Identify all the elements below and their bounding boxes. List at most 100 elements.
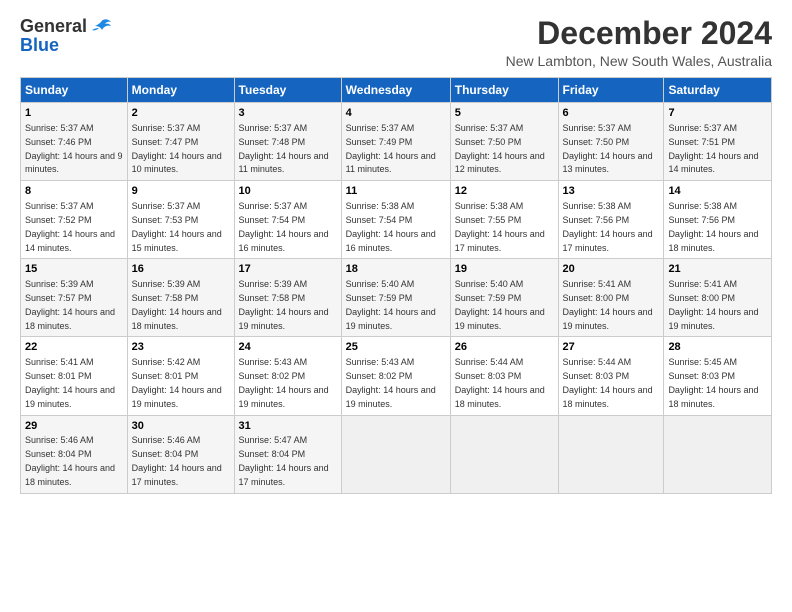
calendar-week-3: 15 Sunrise: 5:39 AMSunset: 7:57 PMDayligh… — [21, 259, 772, 337]
calendar-cell: 29Sunrise: 5:46 AMSunset: 8:04 PMDayligh… — [21, 415, 128, 493]
calendar-cell: 4Sunrise: 5:37 AMSunset: 7:49 PMDaylight… — [341, 103, 450, 181]
calendar-cell — [450, 415, 558, 493]
day-number: 11 — [346, 184, 446, 199]
day-info: Sunrise: 5:37 AMSunset: 7:48 PMDaylight:… — [239, 123, 329, 174]
day-number: 21 — [668, 262, 767, 277]
calendar-cell: 3 Sunrise: 5:37 AMSunset: 7:48 PMDaylight… — [234, 103, 341, 181]
day-number: 30 — [132, 419, 230, 434]
day-info: Sunrise: 5:37 AMSunset: 7:51 PMDaylight:… — [668, 123, 758, 174]
calendar-cell: 12 Sunrise: 5:38 AMSunset: 7:55 PMDayligh… — [450, 181, 558, 259]
day-number: 31 — [239, 419, 337, 434]
location: New Lambton, New South Wales, Australia — [506, 53, 772, 69]
day-number: 14 — [668, 184, 767, 199]
day-info: Sunrise: 5:42 AMSunset: 8:01 PMDaylight:… — [132, 357, 222, 408]
day-info: Sunrise: 5:41 AMSunset: 8:00 PMDaylight:… — [668, 279, 758, 330]
day-info: Sunrise: 5:43 AMSunset: 8:02 PMDaylight:… — [239, 357, 329, 408]
day-number: 13 — [563, 184, 660, 199]
calendar-cell — [664, 415, 772, 493]
day-info: Sunrise: 5:39 AMSunset: 7:57 PMDaylight:… — [25, 279, 115, 330]
logo-bird-icon — [91, 18, 113, 36]
day-number: 18 — [346, 262, 446, 277]
day-number: 3 — [239, 106, 337, 121]
day-info: Sunrise: 5:37 AMSunset: 7:54 PMDaylight:… — [239, 201, 329, 252]
calendar-cell: 13 Sunrise: 5:38 AMSunset: 7:56 PMDayligh… — [558, 181, 664, 259]
calendar-cell — [558, 415, 664, 493]
calendar-cell: 11 Sunrise: 5:38 AMSunset: 7:54 PMDayligh… — [341, 181, 450, 259]
month-title: December 2024 — [506, 16, 772, 51]
col-header-tuesday: Tuesday — [234, 78, 341, 103]
calendar-cell: 8 Sunrise: 5:37 AMSunset: 7:52 PMDaylight… — [21, 181, 128, 259]
calendar-cell: 22Sunrise: 5:41 AMSunset: 8:01 PMDayligh… — [21, 337, 128, 415]
day-info: Sunrise: 5:44 AMSunset: 8:03 PMDaylight:… — [455, 357, 545, 408]
col-header-saturday: Saturday — [664, 78, 772, 103]
day-info: Sunrise: 5:45 AMSunset: 8:03 PMDaylight:… — [668, 357, 758, 408]
day-info: Sunrise: 5:37 AMSunset: 7:52 PMDaylight:… — [25, 201, 115, 252]
col-header-monday: Monday — [127, 78, 234, 103]
day-number: 16 — [132, 262, 230, 277]
day-number: 2 — [132, 106, 230, 121]
day-info: Sunrise: 5:37 AMSunset: 7:50 PMDaylight:… — [455, 123, 545, 174]
day-number: 7 — [668, 106, 767, 121]
day-info: Sunrise: 5:41 AMSunset: 8:00 PMDaylight:… — [563, 279, 653, 330]
day-info: Sunrise: 5:40 AMSunset: 7:59 PMDaylight:… — [455, 279, 545, 330]
day-number: 4 — [346, 106, 446, 121]
day-number: 12 — [455, 184, 554, 199]
calendar-table: SundayMondayTuesdayWednesdayThursdayFrid… — [20, 77, 772, 493]
calendar-cell: 25 Sunrise: 5:43 AMSunset: 8:02 PMDayligh… — [341, 337, 450, 415]
day-info: Sunrise: 5:40 AMSunset: 7:59 PMDaylight:… — [346, 279, 436, 330]
day-number: 15 — [25, 262, 123, 277]
day-number: 9 — [132, 184, 230, 199]
day-info: Sunrise: 5:46 AMSunset: 8:04 PMDaylight:… — [132, 435, 222, 486]
calendar-cell — [341, 415, 450, 493]
col-header-sunday: Sunday — [21, 78, 128, 103]
calendar-week-1: 1 Sunrise: 5:37 AMSunset: 7:46 PMDaylight… — [21, 103, 772, 181]
col-header-friday: Friday — [558, 78, 664, 103]
calendar-cell: 15 Sunrise: 5:39 AMSunset: 7:57 PMDayligh… — [21, 259, 128, 337]
day-number: 5 — [455, 106, 554, 121]
calendar-cell: 10 Sunrise: 5:37 AMSunset: 7:54 PMDayligh… — [234, 181, 341, 259]
calendar-cell: 27Sunrise: 5:44 AMSunset: 8:03 PMDayligh… — [558, 337, 664, 415]
calendar-cell: 7 Sunrise: 5:37 AMSunset: 7:51 PMDaylight… — [664, 103, 772, 181]
day-number: 8 — [25, 184, 123, 199]
day-info: Sunrise: 5:38 AMSunset: 7:56 PMDaylight:… — [563, 201, 653, 252]
day-number: 17 — [239, 262, 337, 277]
header-row: SundayMondayTuesdayWednesdayThursdayFrid… — [21, 78, 772, 103]
calendar-cell: 28Sunrise: 5:45 AMSunset: 8:03 PMDayligh… — [664, 337, 772, 415]
page: General Blue December 2024 New Lambton, … — [0, 0, 792, 612]
title-block: December 2024 New Lambton, New South Wal… — [506, 16, 772, 69]
day-info: Sunrise: 5:37 AMSunset: 7:50 PMDaylight:… — [563, 123, 653, 174]
calendar-cell: 2Sunrise: 5:37 AMSunset: 7:47 PMDaylight… — [127, 103, 234, 181]
calendar-cell: 23Sunrise: 5:42 AMSunset: 8:01 PMDayligh… — [127, 337, 234, 415]
day-info: Sunrise: 5:37 AMSunset: 7:46 PMDaylight:… — [25, 123, 123, 174]
col-header-thursday: Thursday — [450, 78, 558, 103]
calendar-cell: 21 Sunrise: 5:41 AMSunset: 8:00 PMDayligh… — [664, 259, 772, 337]
day-number: 29 — [25, 419, 123, 434]
calendar-cell: 24 Sunrise: 5:43 AMSunset: 8:02 PMDayligh… — [234, 337, 341, 415]
calendar-cell: 9 Sunrise: 5:37 AMSunset: 7:53 PMDaylight… — [127, 181, 234, 259]
header: General Blue December 2024 New Lambton, … — [20, 16, 772, 69]
day-number: 24 — [239, 340, 337, 355]
day-number: 19 — [455, 262, 554, 277]
day-info: Sunrise: 5:43 AMSunset: 8:02 PMDaylight:… — [346, 357, 436, 408]
calendar-cell: 20 Sunrise: 5:41 AMSunset: 8:00 PMDayligh… — [558, 259, 664, 337]
day-info: Sunrise: 5:38 AMSunset: 7:55 PMDaylight:… — [455, 201, 545, 252]
calendar-cell: 18 Sunrise: 5:40 AMSunset: 7:59 PMDayligh… — [341, 259, 450, 337]
calendar-week-4: 22Sunrise: 5:41 AMSunset: 8:01 PMDayligh… — [21, 337, 772, 415]
day-info: Sunrise: 5:38 AMSunset: 7:54 PMDaylight:… — [346, 201, 436, 252]
day-number: 10 — [239, 184, 337, 199]
calendar-cell: 16Sunrise: 5:39 AMSunset: 7:58 PMDayligh… — [127, 259, 234, 337]
day-number: 25 — [346, 340, 446, 355]
logo: General Blue — [20, 16, 113, 56]
day-info: Sunrise: 5:47 AMSunset: 8:04 PMDaylight:… — [239, 435, 329, 486]
calendar-cell: 19 Sunrise: 5:40 AMSunset: 7:59 PMDayligh… — [450, 259, 558, 337]
day-info: Sunrise: 5:44 AMSunset: 8:03 PMDaylight:… — [563, 357, 653, 408]
day-info: Sunrise: 5:39 AMSunset: 7:58 PMDaylight:… — [239, 279, 329, 330]
day-info: Sunrise: 5:37 AMSunset: 7:53 PMDaylight:… — [132, 201, 222, 252]
day-number: 20 — [563, 262, 660, 277]
calendar-cell: 31Sunrise: 5:47 AMSunset: 8:04 PMDayligh… — [234, 415, 341, 493]
day-number: 26 — [455, 340, 554, 355]
calendar-cell: 30Sunrise: 5:46 AMSunset: 8:04 PMDayligh… — [127, 415, 234, 493]
day-number: 1 — [25, 106, 123, 121]
col-header-wednesday: Wednesday — [341, 78, 450, 103]
day-number: 22 — [25, 340, 123, 355]
